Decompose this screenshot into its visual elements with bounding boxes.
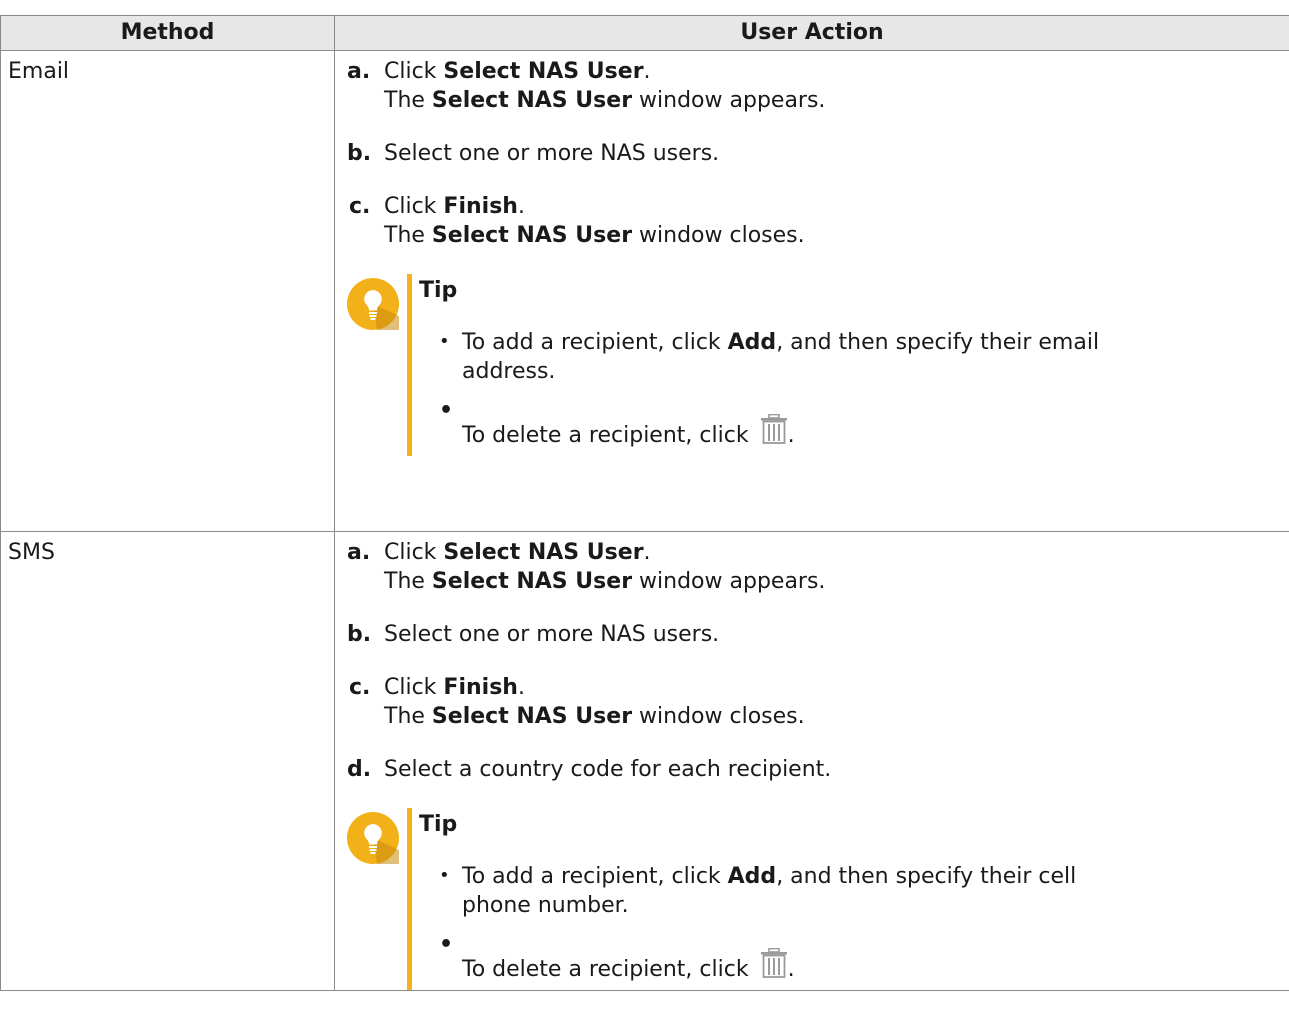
- tip-title: Tip: [419, 812, 458, 837]
- method-table: Method User Action Email a. Click Select…: [0, 15, 1289, 991]
- step-marker: b.: [347, 141, 372, 166]
- step-text: Click Select NAS User. The Select NAS Us…: [384, 540, 826, 594]
- step-b: b. Select one or more NAS users.: [347, 139, 1289, 168]
- column-header-user-action: User Action: [334, 15, 1289, 51]
- bullet: •: [439, 398, 454, 423]
- step-marker: b.: [347, 622, 372, 647]
- lightbulb-icon: [347, 812, 399, 864]
- tip-accent-bar: [407, 274, 412, 456]
- step-d: d. Select a country code for each recipi…: [347, 755, 1289, 784]
- method-cell: Email: [0, 50, 335, 532]
- step-a: a. Click Select NAS User. The Select NAS…: [347, 57, 1289, 115]
- step-marker: c.: [349, 194, 371, 219]
- trash-icon: [760, 948, 787, 978]
- step-text: Click Select NAS User. The Select NAS Us…: [384, 59, 826, 113]
- list-item: • To delete a recipient, click .: [439, 398, 795, 448]
- step-marker: d.: [347, 757, 372, 782]
- step-marker: a.: [347, 59, 371, 84]
- tip-list: • To add a recipient, click Add, and the…: [419, 840, 1289, 990]
- tip-title: Tip: [419, 278, 458, 303]
- step-c: c. Click Finish. The Select NAS User win…: [347, 192, 1289, 250]
- tip-note: Tip • To add a recipient, click Add, and…: [347, 274, 1289, 456]
- tip-accent-bar: [407, 808, 412, 990]
- method-cell: SMS: [0, 531, 335, 991]
- tip-note: Tip • To add a recipient, click Add, and…: [347, 808, 1289, 990]
- step-text: Select one or more NAS users.: [384, 141, 720, 166]
- bullet: •: [439, 331, 450, 352]
- step-text: Select one or more NAS users.: [384, 622, 720, 647]
- list-item: • To add a recipient, click Add, and the…: [429, 328, 1289, 386]
- table-header-row: Method User Action: [0, 15, 1289, 51]
- step-text: Click Finish. The Select NAS User window…: [384, 194, 805, 248]
- table-row-email: Email a. Click Select NAS User. The Sele…: [0, 50, 1289, 532]
- step-b: b. Select one or more NAS users.: [347, 620, 1289, 649]
- trash-icon: [760, 414, 787, 444]
- list-item: • To add a recipient, click Add, and the…: [429, 862, 1289, 920]
- step-marker: c.: [349, 675, 371, 700]
- user-action-cell: a. Click Select NAS User. The Select NAS…: [334, 531, 1289, 991]
- user-action-cell: a. Click Select NAS User. The Select NAS…: [334, 50, 1289, 532]
- list-item: • To delete a recipient, click .: [439, 932, 795, 982]
- column-header-method: Method: [0, 15, 335, 51]
- step-marker: a.: [347, 540, 371, 565]
- step-a: a. Click Select NAS User. The Select NAS…: [347, 538, 1289, 596]
- tip-list: • To add a recipient, click Add, and the…: [419, 306, 1289, 456]
- step-c: c. Click Finish. The Select NAS User win…: [347, 673, 1289, 731]
- bullet: •: [439, 932, 454, 957]
- step-text: Click Finish. The Select NAS User window…: [384, 675, 805, 729]
- step-text: Select a country code for each recipient…: [384, 757, 832, 782]
- lightbulb-icon: [347, 278, 399, 330]
- table-row-sms: SMS a. Click Select NAS User. The Select…: [0, 531, 1289, 991]
- bullet: •: [439, 865, 450, 886]
